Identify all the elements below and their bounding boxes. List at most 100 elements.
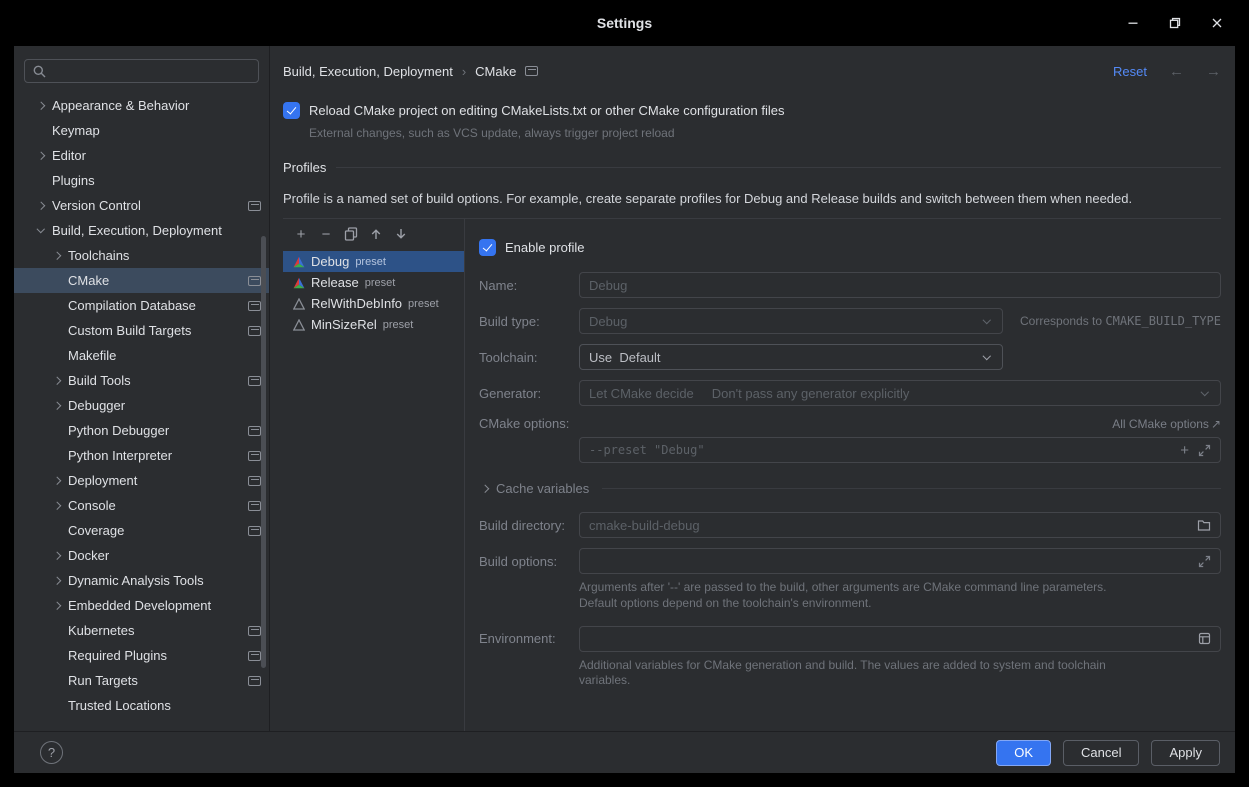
build-type-value: Debug: [589, 314, 627, 329]
forward-arrow-icon[interactable]: →: [1206, 63, 1221, 80]
build-type-label: Build type:: [479, 314, 579, 329]
apply-button[interactable]: Apply: [1151, 740, 1220, 766]
project-level-icon: [248, 626, 261, 636]
enable-profile-checkbox[interactable]: [479, 239, 496, 256]
chevron-down-icon: [981, 315, 993, 327]
sidebar-item-kubernetes[interactable]: Kubernetes: [14, 618, 269, 643]
name-label: Name:: [479, 278, 579, 293]
profile-item-minsizerel[interactable]: MinSizeRel preset: [283, 314, 464, 335]
sidebar-item-appearance-behavior[interactable]: Appearance & Behavior: [14, 93, 269, 118]
sidebar-item-coverage[interactable]: Coverage: [14, 518, 269, 543]
settings-search[interactable]: [24, 59, 259, 83]
sidebar-item-label: Python Debugger: [68, 423, 169, 438]
remove-profile-button[interactable]: −: [318, 226, 334, 242]
sidebar-item-cmake[interactable]: CMake: [14, 268, 269, 293]
expand-icon[interactable]: [1198, 555, 1211, 568]
settings-dialog: Appearance & Behavior Keymap Editor Plug…: [14, 46, 1235, 773]
reload-cmake-checkbox[interactable]: [283, 102, 300, 119]
sidebar-item-build-execution-deployment[interactable]: Build, Execution, Deployment: [14, 218, 269, 243]
help-button[interactable]: ?: [40, 741, 63, 764]
all-cmake-options-link[interactable]: All CMake options ↗: [1112, 417, 1221, 431]
copy-profile-button[interactable]: [343, 226, 359, 242]
sidebar-item-version-control[interactable]: Version Control: [14, 193, 269, 218]
search-input[interactable]: [52, 64, 251, 79]
cmake-icon: [293, 256, 305, 268]
sidebar-item-custom-build-targets[interactable]: Custom Build Targets: [14, 318, 269, 343]
profile-suffix: preset: [383, 319, 414, 331]
sidebar-item-label: Run Targets: [68, 673, 138, 688]
move-up-button[interactable]: [368, 226, 384, 242]
chevron-right-icon: [35, 150, 47, 162]
build-options-field: [579, 548, 1221, 574]
close-button[interactable]: [1209, 15, 1225, 31]
move-down-button[interactable]: [393, 226, 409, 242]
profile-item-debug[interactable]: Debug preset: [283, 251, 464, 272]
add-option-icon[interactable]: +: [1180, 443, 1189, 458]
sidebar-scrollbar[interactable]: [261, 236, 266, 668]
folder-icon[interactable]: [1197, 519, 1211, 532]
chevron-right-icon: [51, 400, 63, 412]
expand-icon[interactable]: [1198, 444, 1211, 457]
project-level-icon: [248, 201, 261, 211]
toolchain-select[interactable]: Use Default: [579, 344, 1003, 370]
generator-select: Let CMake decide Don't pass any generato…: [579, 380, 1221, 406]
build-options-hint: Arguments after '--' are passed to the b…: [579, 580, 1221, 612]
sidebar-item-plugins[interactable]: Plugins: [14, 168, 269, 193]
profile-toolbar: + −: [283, 223, 464, 242]
cancel-button[interactable]: Cancel: [1063, 740, 1139, 766]
sidebar-item-makefile[interactable]: Makefile: [14, 343, 269, 368]
sidebar-item-run-targets[interactable]: Run Targets: [14, 668, 269, 693]
environment-field: [579, 626, 1221, 652]
chevron-right-icon: [51, 375, 63, 387]
divider: [336, 167, 1221, 168]
sidebar-item-toolchains[interactable]: Toolchains: [14, 243, 269, 268]
arrow-down-icon: [394, 227, 408, 241]
enable-profile-label: Enable profile: [505, 240, 585, 255]
sidebar-item-label: Python Interpreter: [68, 448, 172, 463]
cmake-disabled-icon: [293, 298, 305, 310]
sidebar-item-debugger[interactable]: Debugger: [14, 393, 269, 418]
breadcrumb-parent[interactable]: Build, Execution, Deployment: [283, 64, 453, 79]
arrow-up-icon: [369, 227, 383, 241]
sidebar-item-keymap[interactable]: Keymap: [14, 118, 269, 143]
generator-detail: Don't pass any generator explicitly: [712, 386, 910, 401]
sidebar-item-label: Build Tools: [68, 373, 131, 388]
reload-cmake-checkbox-row: Reload CMake project on editing CMakeLis…: [283, 102, 1221, 119]
sidebar-item-editor[interactable]: Editor: [14, 143, 269, 168]
breadcrumb: Build, Execution, Deployment › CMake Res…: [283, 60, 1221, 82]
profile-name: RelWithDebInfo: [311, 296, 402, 311]
reset-link[interactable]: Reset: [1113, 64, 1147, 79]
ok-button[interactable]: OK: [996, 740, 1051, 766]
sidebar-item-python-interpreter[interactable]: Python Interpreter: [14, 443, 269, 468]
profile-item-release[interactable]: Release preset: [283, 272, 464, 293]
sidebar-item-compilation-database[interactable]: Compilation Database: [14, 293, 269, 318]
sidebar-item-console[interactable]: Console: [14, 493, 269, 518]
chevron-down-icon: [35, 225, 47, 237]
minimize-button[interactable]: [1125, 15, 1141, 31]
sidebar-item-label: Deployment: [68, 473, 137, 488]
sidebar-item-build-tools[interactable]: Build Tools: [14, 368, 269, 393]
toolchain-value: Use Default: [589, 350, 661, 365]
sidebar-item-deployment[interactable]: Deployment: [14, 468, 269, 493]
build-directory-label: Build directory:: [479, 518, 579, 533]
sidebar-item-dynamic-analysis-tools[interactable]: Dynamic Analysis Tools: [14, 568, 269, 593]
window-title: Settings: [597, 15, 652, 31]
enable-profile-row: Enable profile: [479, 239, 1221, 256]
sidebar-item-required-plugins[interactable]: Required Plugins: [14, 643, 269, 668]
sidebar-item-python-debugger[interactable]: Python Debugger: [14, 418, 269, 443]
profiles-title: Profiles: [283, 160, 326, 175]
maximize-button[interactable]: [1167, 15, 1183, 31]
variables-browse-icon[interactable]: [1198, 632, 1211, 645]
sidebar-item-docker[interactable]: Docker: [14, 543, 269, 568]
sidebar-item-label: Keymap: [52, 123, 100, 138]
sidebar-item-embedded-development[interactable]: Embedded Development: [14, 593, 269, 618]
profile-item-relwithdebinfo[interactable]: RelWithDebInfo preset: [283, 293, 464, 314]
back-arrow-icon[interactable]: ←: [1169, 63, 1184, 80]
cache-variables-toggle[interactable]: Cache variables: [479, 481, 1221, 496]
sidebar-item-trusted-locations[interactable]: Trusted Locations: [14, 693, 269, 718]
name-field: Debug: [579, 272, 1221, 298]
add-profile-button[interactable]: +: [293, 226, 309, 242]
search-icon: [32, 64, 47, 79]
build-type-hint: Corresponds to CMAKE_BUILD_TYPE: [1020, 314, 1221, 328]
chevron-right-icon: [35, 200, 47, 212]
